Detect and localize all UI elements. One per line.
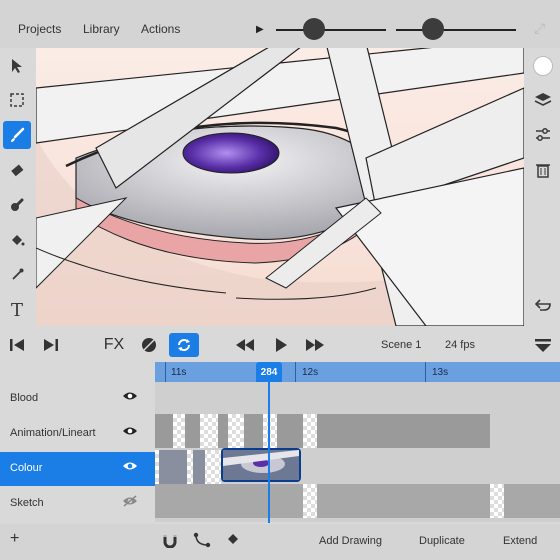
track-lineart[interactable] [155, 412, 560, 448]
fill-bucket-icon[interactable] [3, 226, 31, 254]
frame-cell[interactable] [193, 450, 205, 484]
eye-icon[interactable] [122, 390, 138, 405]
track-sketch[interactable] [155, 482, 560, 518]
timeline-tracks[interactable] [155, 382, 560, 522]
playhead[interactable] [268, 380, 270, 523]
trash-icon[interactable] [529, 156, 557, 184]
eyedropper-icon[interactable] [3, 261, 31, 289]
drawing-canvas[interactable] [36, 48, 524, 326]
blank-frame-cell[interactable] [173, 414, 185, 448]
blank-frame-cell[interactable] [200, 414, 218, 448]
layer-name: Sketch [10, 497, 44, 509]
artwork-eye [36, 48, 524, 326]
blank-frame-cell[interactable] [490, 484, 504, 518]
blank-frame-cell[interactable] [228, 414, 244, 448]
prev-keyframe-icon[interactable] [6, 333, 28, 357]
layer-name: Blood [10, 392, 39, 404]
next-keyframe-icon[interactable] [40, 333, 62, 357]
eye-icon[interactable] [122, 460, 138, 475]
layer-row-animation-lineart[interactable]: Animation/Lineart [0, 417, 155, 451]
add-layer-icon[interactable]: + [10, 530, 19, 548]
blank-frame-cell[interactable] [303, 484, 317, 518]
ruler-label: 13s [432, 367, 449, 378]
blank-frame-cell[interactable] [263, 414, 277, 448]
fps-selector[interactable]: 24 fps [445, 339, 475, 351]
color-swatch[interactable] [529, 52, 557, 80]
motion-path-icon[interactable] [193, 532, 211, 551]
extend-button[interactable]: Extend [503, 535, 537, 547]
layer-row-colour[interactable]: Colour [0, 452, 155, 486]
ruler-label: 12s [302, 367, 319, 378]
expand-icon[interactable]: ⤢ [534, 20, 545, 37]
eraser-icon[interactable] [3, 156, 31, 184]
selection-arrow-icon[interactable] [3, 52, 31, 80]
smudge-icon[interactable] [3, 191, 31, 219]
layer-row-sketch[interactable]: Sketch [0, 487, 155, 521]
loop-icon[interactable] [169, 333, 199, 357]
play-icon[interactable] [270, 333, 292, 357]
ruler-label: 11s [171, 367, 187, 378]
collapse-timeline-icon[interactable] [532, 333, 554, 357]
menu-library[interactable]: Library [83, 22, 120, 36]
scene-selector[interactable]: Scene 1 [381, 339, 421, 351]
layer-name: Animation/Lineart [10, 427, 96, 439]
fx-button[interactable]: FX [101, 333, 127, 357]
opacity-slider-track[interactable] [396, 29, 516, 31]
marquee-icon[interactable] [3, 86, 31, 114]
brush-icon[interactable] [3, 121, 31, 149]
eye-hidden-icon[interactable] [122, 495, 138, 510]
left-toolbar: T [0, 48, 34, 328]
track-blood[interactable] [155, 382, 560, 416]
timeline-ruler[interactable]: 11s 12s 13s [155, 362, 560, 382]
layer-row-blood[interactable]: Blood [0, 382, 155, 416]
frame-cell[interactable] [159, 450, 187, 484]
menu-actions[interactable]: Actions [141, 22, 180, 36]
transport-bar: FX Scene 1 24 fps [0, 328, 560, 362]
add-drawing-button[interactable]: Add Drawing [319, 535, 382, 547]
keyframe-icon[interactable] [227, 532, 239, 548]
adjustments-icon[interactable] [529, 121, 557, 149]
selected-frame-cell[interactable] [221, 448, 301, 482]
play-small-icon[interactable]: ▶ [256, 24, 264, 35]
layers-icon[interactable] [529, 86, 557, 114]
rewind-icon[interactable] [234, 333, 256, 357]
layer-name: Colour [10, 462, 43, 474]
brush-size-slider-track[interactable] [276, 29, 386, 31]
eye-icon[interactable] [122, 425, 138, 440]
layer-list: Blood Animation/Lineart Colour Sketch [0, 382, 155, 522]
menu-projects[interactable]: Projects [18, 22, 61, 36]
brush-size-slider-knob[interactable] [303, 18, 325, 40]
current-frame-marker[interactable]: 284 [256, 362, 282, 382]
onion-skin-icon[interactable] [137, 333, 161, 357]
fast-forward-icon[interactable] [304, 333, 326, 357]
opacity-slider-knob[interactable] [422, 18, 444, 40]
top-bar: Projects Library Actions ▶ ⤢ [0, 0, 560, 48]
blank-frame-cell[interactable] [303, 414, 317, 448]
bottom-bar: + Add Drawing Duplicate Extend [0, 524, 560, 560]
magnet-icon[interactable] [162, 532, 178, 551]
right-toolbar [527, 48, 560, 328]
track-colour[interactable] [155, 448, 560, 484]
undo-icon[interactable] [529, 292, 557, 320]
duplicate-button[interactable]: Duplicate [419, 535, 465, 547]
text-icon[interactable]: T [3, 296, 31, 324]
